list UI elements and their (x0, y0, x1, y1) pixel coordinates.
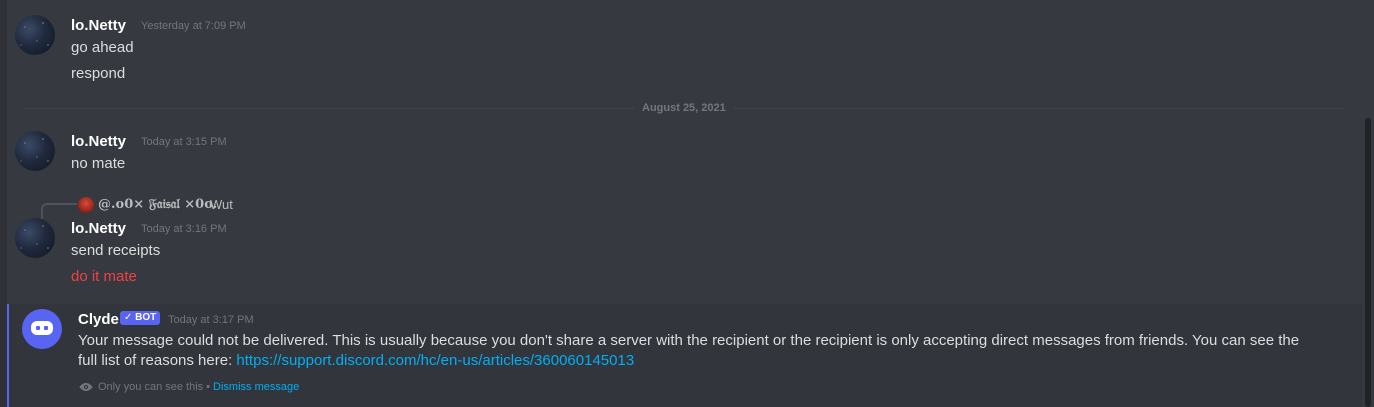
avatar[interactable] (15, 218, 55, 258)
robot-icon (31, 321, 53, 335)
message-timestamp: Today at 3:16 PM (141, 223, 227, 235)
dismiss-message-link[interactable]: Dismiss message (213, 381, 299, 393)
reply-avatar[interactable] (78, 197, 94, 213)
message-text: send receipts (71, 242, 161, 259)
message-timestamp: Yesterday at 7:09 PM (141, 20, 246, 32)
scrollbar-track[interactable] (1362, 0, 1374, 407)
message-text: no mate (71, 155, 126, 172)
reply-text[interactable]: Wut (210, 197, 233, 212)
ephemeral-note: Only you can see this (98, 381, 204, 393)
message-username[interactable]: lo.Netty (71, 17, 126, 34)
message-timestamp: Today at 3:15 PM (141, 136, 227, 148)
message-text-failed: do it mate (71, 268, 137, 285)
message-text: respond (71, 65, 126, 82)
date-divider-label: August 25, 2021 (634, 102, 734, 114)
avatar[interactable] (15, 131, 55, 171)
reply-connector (41, 203, 77, 219)
system-message-text: Your message could not be delivered. Thi… (78, 331, 1318, 371)
reply-username[interactable]: @.o0× 𝔉𝔞𝔦𝔰𝔞𝔩 ×0o. (98, 197, 217, 212)
scrollbar-thumb[interactable] (1365, 118, 1371, 407)
message-text: go ahead (71, 39, 134, 56)
separator-dot: • (206, 381, 211, 393)
robot-eye (36, 326, 40, 330)
bot-tag: ✓ BOT (120, 311, 161, 325)
robot-eye (44, 326, 48, 330)
left-edge-strip (0, 0, 7, 407)
avatar[interactable] (15, 15, 55, 55)
clyde-username[interactable]: Clyde (78, 311, 119, 328)
eye-icon (79, 383, 93, 391)
ephemeral-notice: Only you can see this • Dismiss message (78, 381, 299, 393)
message-username[interactable]: lo.Netty (71, 133, 126, 150)
clyde-avatar[interactable] (22, 309, 62, 349)
message-timestamp: Today at 3:17 PM (168, 314, 254, 326)
message-username[interactable]: lo.Netty (71, 220, 126, 237)
support-link[interactable]: https://support.discord.com/hc/en-us/art… (236, 352, 634, 369)
